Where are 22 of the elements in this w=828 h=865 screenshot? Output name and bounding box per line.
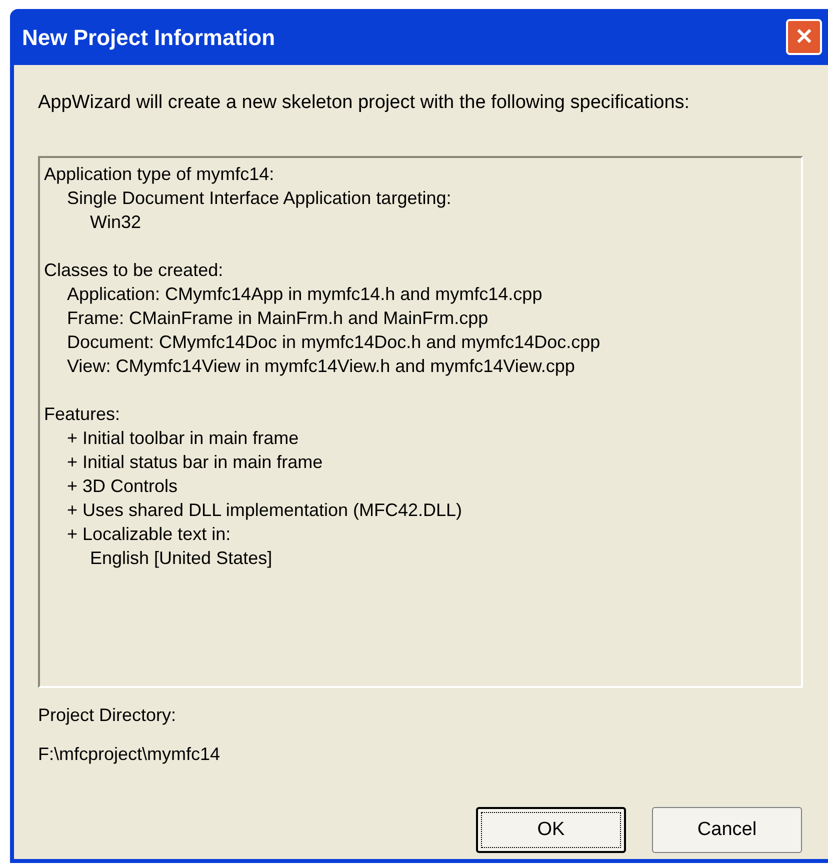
summary-line: Win32: [89, 210, 142, 234]
close-button[interactable]: ✕: [786, 19, 822, 55]
directory-label: Project Directory:: [38, 704, 178, 727]
directory-path: F:\mfcproject\mymfc14: [38, 742, 222, 766]
summary-line: Application: CMymfc14App in mymfc14.h and mymfc14.cpp: [66, 282, 544, 306]
summary-line: + Localizable text in:: [66, 522, 232, 546]
summary-line: + Initial toolbar in main frame: [66, 426, 300, 450]
summary-line: + Initial status bar in main frame: [66, 450, 324, 474]
summary-line: English [United States]: [89, 546, 274, 570]
summary-line: Frame: CMainFrame in MainFrm.h and MainFrm.cpp: [66, 306, 490, 330]
summary-line: + 3D Controls: [66, 474, 179, 498]
summary-line: Single Document Interface Application targeting:: [66, 186, 452, 210]
summary-line: Classes to be created:: [44, 258, 224, 282]
dialog-button[interactable]: OK: [476, 807, 626, 853]
summary-line: + Uses shared DLL implementation (MFC42.DLL): [66, 498, 463, 522]
summary-line: Features:: [44, 402, 122, 426]
summary-line: View: CMymfc14View in mymfc14View.h and mymfc14View.cpp: [66, 354, 576, 378]
summary-line: Document: CMymfc14Doc in mymfc14Doc.h and mymfc14Doc.cpp: [66, 330, 602, 354]
intro-text: AppWizard will create a new skeleton project with the following specifications:: [38, 91, 691, 115]
window-title: New Project Information: [22, 24, 276, 52]
dialog-button[interactable]: Cancel: [652, 807, 802, 853]
summary-line: Application type of mymfc14:: [44, 162, 276, 186]
